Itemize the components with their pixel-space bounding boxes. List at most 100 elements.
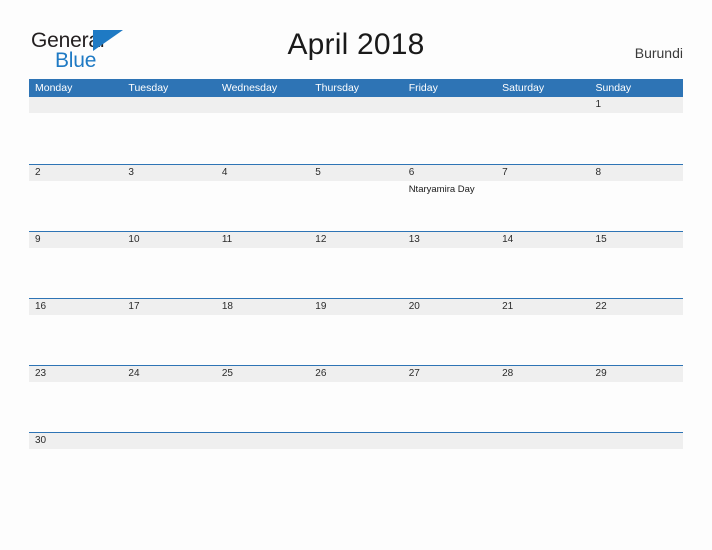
day-number: 21 (502, 301, 514, 312)
day-cell[interactable] (216, 97, 309, 113)
day-cell[interactable]: 16 (29, 299, 122, 315)
day-cell[interactable] (216, 433, 309, 449)
event-cell-holiday[interactable]: Ntaryamira Day (403, 181, 496, 231)
event-cell[interactable] (496, 315, 589, 365)
day-cell[interactable]: 29 (590, 366, 683, 382)
day-number: 19 (315, 301, 327, 312)
day-cell[interactable] (496, 433, 589, 449)
week-day-number-band: 16 17 18 19 20 21 22 (29, 299, 683, 315)
day-number: 26 (315, 368, 327, 379)
day-cell[interactable] (590, 433, 683, 449)
day-number: 2 (35, 167, 41, 178)
event-cell[interactable] (590, 181, 683, 231)
event-cell[interactable] (590, 113, 683, 163)
event-cell[interactable] (590, 248, 683, 298)
day-cell[interactable]: 26 (309, 366, 402, 382)
day-cell[interactable]: 17 (122, 299, 215, 315)
event-cell[interactable] (29, 449, 122, 499)
day-number: 15 (595, 234, 607, 245)
event-cell[interactable] (496, 181, 589, 231)
event-cell[interactable] (309, 248, 402, 298)
week-row: 1 (29, 97, 683, 164)
day-cell[interactable] (29, 97, 122, 113)
day-cell[interactable]: 28 (496, 366, 589, 382)
day-cell[interactable] (122, 433, 215, 449)
day-cell[interactable]: 18 (216, 299, 309, 315)
event-cell[interactable] (496, 449, 589, 499)
day-cell[interactable]: 11 (216, 232, 309, 248)
day-cell[interactable] (496, 97, 589, 113)
day-number: 20 (408, 301, 420, 312)
event-cell[interactable] (590, 315, 683, 365)
day-cell[interactable]: 8 (590, 165, 683, 181)
event-cell[interactable] (496, 382, 589, 432)
day-cell[interactable]: 15 (590, 232, 683, 248)
day-cell[interactable]: 13 (403, 232, 496, 248)
event-cell[interactable] (403, 248, 496, 298)
day-cell[interactable]: 4 (216, 165, 309, 181)
day-cell[interactable]: 7 (496, 165, 589, 181)
event-cell[interactable] (309, 181, 402, 231)
event-cell[interactable] (309, 113, 402, 163)
day-cell[interactable]: 21 (496, 299, 589, 315)
day-cell[interactable]: 22 (590, 299, 683, 315)
day-cell[interactable]: 23 (29, 366, 122, 382)
event-cell[interactable] (403, 382, 496, 432)
event-cell[interactable] (216, 315, 309, 365)
day-cell[interactable]: 6 (403, 165, 496, 181)
week-row: 16 17 18 19 20 21 22 (29, 298, 683, 365)
day-cell[interactable]: 3 (122, 165, 215, 181)
event-cell[interactable] (122, 382, 215, 432)
event-cell[interactable] (216, 181, 309, 231)
day-cell[interactable]: 10 (122, 232, 215, 248)
event-cell[interactable] (122, 181, 215, 231)
event-cell[interactable] (309, 449, 402, 499)
event-cell[interactable] (122, 315, 215, 365)
event-cell[interactable] (122, 449, 215, 499)
event-cell[interactable] (309, 315, 402, 365)
day-cell[interactable] (309, 97, 402, 113)
event-cell[interactable] (496, 248, 589, 298)
week-event-band (29, 248, 683, 298)
event-cell[interactable] (122, 248, 215, 298)
event-cell[interactable] (403, 315, 496, 365)
day-cell[interactable]: 20 (403, 299, 496, 315)
day-cell[interactable] (403, 433, 496, 449)
day-cell[interactable] (309, 433, 402, 449)
event-cell[interactable] (590, 382, 683, 432)
event-cell[interactable] (216, 248, 309, 298)
day-cell[interactable]: 14 (496, 232, 589, 248)
day-number: 30 (35, 435, 47, 446)
event-cell[interactable] (122, 113, 215, 163)
day-number: 29 (595, 368, 607, 379)
event-cell[interactable] (590, 449, 683, 499)
event-cell[interactable] (29, 248, 122, 298)
day-number: 6 (408, 167, 415, 178)
day-cell[interactable]: 27 (403, 366, 496, 382)
day-cell[interactable]: 24 (122, 366, 215, 382)
day-cell[interactable]: 1 (590, 97, 683, 113)
day-cell[interactable]: 19 (309, 299, 402, 315)
event-cell[interactable] (29, 113, 122, 163)
day-cell[interactable] (122, 97, 215, 113)
event-cell[interactable] (29, 382, 122, 432)
event-cell[interactable] (309, 382, 402, 432)
day-cell[interactable]: 25 (216, 366, 309, 382)
day-cell[interactable] (403, 97, 496, 113)
event-cell[interactable] (496, 113, 589, 163)
event-cell[interactable] (216, 113, 309, 163)
event-cell[interactable] (403, 449, 496, 499)
day-number: 17 (128, 301, 140, 312)
event-cell[interactable] (29, 181, 122, 231)
day-cell[interactable]: 2 (29, 165, 122, 181)
day-number: 13 (408, 234, 420, 245)
event-cell[interactable] (403, 113, 496, 163)
day-number: 8 (595, 167, 602, 178)
event-cell[interactable] (216, 382, 309, 432)
day-cell[interactable]: 30 (29, 433, 122, 449)
day-cell[interactable]: 12 (309, 232, 402, 248)
day-cell[interactable]: 9 (29, 232, 122, 248)
event-cell[interactable] (29, 315, 122, 365)
event-cell[interactable] (216, 449, 309, 499)
day-cell[interactable]: 5 (309, 165, 402, 181)
